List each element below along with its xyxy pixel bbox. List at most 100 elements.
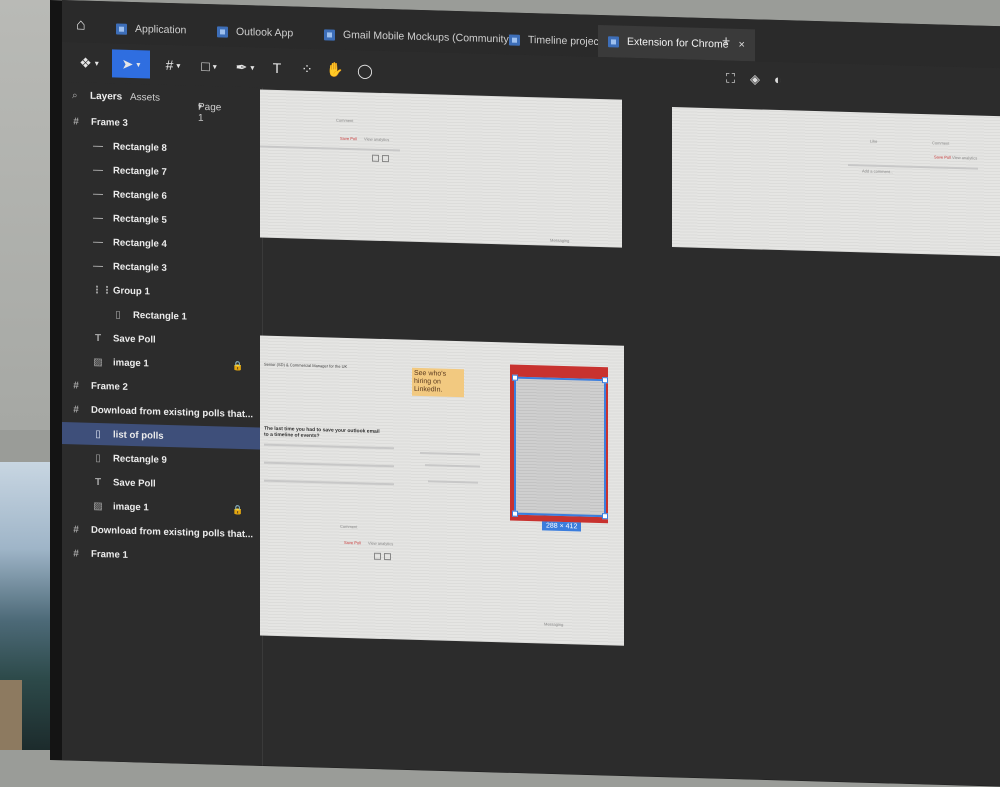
resize-handle[interactable] [512, 510, 518, 517]
figma-file-icon [608, 35, 619, 48]
frame-outline-icon[interactable]: ⛶ [726, 71, 735, 87]
search-icon[interactable]: ⌕ [72, 90, 78, 101]
image-icon: ▨ [93, 500, 103, 512]
resize-handle[interactable] [512, 374, 518, 381]
layer-download-from-existing-polls[interactable]: # Download from existing polls that... [62, 398, 270, 426]
tab-label: Timeline project [528, 34, 602, 49]
pen-tool-button[interactable]: ✒ ▾ [230, 53, 260, 82]
canvas-frame-main[interactable]: Senior (SD) & Commercial Manager for the… [260, 335, 624, 646]
mock-divider [260, 145, 400, 152]
layer-label: Rectangle 5 [113, 212, 167, 226]
layer-label: Rectangle 3 [113, 260, 167, 274]
frame-tool-button[interactable]: # ▾ [158, 51, 188, 80]
layers-panel: ⌕ Layers Assets Page 1 ▾ # Frame 3 — Recta… [62, 82, 292, 768]
pen-icon: ✒ [235, 58, 248, 75]
tab-gmail-mobile-mockups[interactable]: Gmail Mobile Mockups (Community) [324, 21, 512, 52]
ad-headline: See who's hiring on LinkedIn. [412, 367, 464, 398]
mock-divider [425, 464, 480, 468]
figma-file-icon [217, 25, 228, 38]
mock-divider [420, 451, 480, 456]
tab-application[interactable]: Application [116, 16, 186, 44]
comment-icon: ◯ [357, 61, 373, 79]
chevron-down-icon: ▾ [94, 58, 99, 68]
frame-icon: # [73, 523, 79, 535]
mock-messaging-label: Messaging [550, 237, 570, 244]
mock-divider [264, 479, 394, 486]
contrast-icon[interactable]: ◐ [774, 72, 782, 87]
frame-icon: # [165, 56, 174, 74]
resize-handle[interactable] [602, 377, 608, 384]
layer-label: Download from existing polls that... [91, 404, 254, 420]
list-of-polls-rectangle[interactable] [512, 374, 608, 520]
canvas-frame-top-left[interactable]: Comment Save Poll View analytics Messagi… [260, 89, 622, 248]
layer-label: image 1 [113, 500, 149, 513]
mock-messaging-label: Messaging [544, 621, 564, 628]
chevron-down-icon: ▾ [212, 61, 217, 71]
resize-handle[interactable] [602, 513, 608, 520]
figma-file-icon [509, 33, 520, 46]
lock-icon[interactable]: 🔒 [232, 360, 243, 371]
tab-layers[interactable]: Layers [90, 91, 122, 103]
rectangle-icon: ▯ [115, 308, 121, 321]
line-icon: — [93, 260, 103, 272]
selection-size-badge: 288 × 412 [542, 521, 582, 532]
figma-file-icon [324, 28, 335, 41]
cursor-icon: ➤ [121, 55, 134, 72]
tab-extension-for-chrome[interactable]: Extension for Chrome × [598, 24, 755, 62]
add-tab-button[interactable]: + [722, 32, 730, 48]
line-icon: — [93, 140, 103, 152]
figma-file-icon [116, 23, 127, 35]
mock-comment-label: Comment [336, 117, 354, 124]
frame-icon: # [73, 115, 79, 127]
tab-label: Application [135, 23, 187, 37]
image-icon: ▨ [93, 356, 103, 368]
text-tool-button[interactable]: T [266, 54, 288, 83]
comment-tool-button[interactable]: ◯ [354, 56, 376, 85]
close-icon[interactable]: × [739, 39, 745, 51]
chevron-down-icon: ▾ [176, 60, 181, 70]
tab-timeline-project[interactable]: Timeline project [509, 26, 602, 55]
main-menu-button[interactable]: ❖ ▾ [74, 48, 104, 77]
layer-frame-3[interactable]: # Frame 3 [62, 110, 270, 138]
layer-label: Rectangle 7 [113, 164, 167, 178]
layer-frame-1[interactable]: # Frame 1 [62, 542, 270, 570]
rectangle-icon: □ [201, 57, 210, 75]
home-icon[interactable]: ⌂ [76, 14, 98, 37]
mock-save-poll: Save Poll [934, 154, 951, 160]
layer-frame-2[interactable]: # Frame 2 [62, 374, 270, 402]
move-tool-button[interactable]: ➤ ▾ [112, 49, 150, 79]
shape-tool-button[interactable]: □ ▾ [194, 52, 224, 81]
layer-download-from-existing-polls-2[interactable]: # Download from existing polls that... [62, 518, 270, 546]
layer-label: Frame 3 [91, 116, 128, 129]
layer-label: Rectangle 8 [113, 140, 167, 154]
mock-divider [428, 480, 478, 484]
components-icon: ⁘ [301, 60, 313, 77]
layer-label: Rectangle 6 [113, 188, 167, 202]
layer-label: list of polls [113, 428, 164, 442]
figma-logo-icon: ❖ [79, 53, 92, 71]
hand-tool-button[interactable]: ✋ [324, 55, 346, 84]
line-icon: — [93, 212, 103, 224]
layer-label: image 1 [113, 356, 149, 369]
resources-tool-button[interactable]: ⁘ [296, 55, 318, 84]
chevron-down-icon: ▾ [198, 101, 203, 111]
layer-label: Group 1 [113, 284, 150, 297]
text-icon: T [94, 332, 102, 344]
figma-window: ⌂ Application Outlook App Gmail Mobile M… [62, 0, 1000, 787]
tab-outlook-app[interactable]: Outlook App [217, 18, 293, 46]
text-icon: T [94, 476, 102, 488]
tab-assets[interactable]: Assets [130, 92, 160, 104]
canvas-frame-top-right[interactable]: Like Comment Save Poll View analytics Ad… [672, 107, 1000, 257]
hand-icon: ✋ [326, 60, 344, 78]
mock-comment-input: Add a comment... [862, 168, 894, 175]
layer-label: Rectangle 4 [113, 236, 167, 250]
layer-label: Save Poll [113, 332, 156, 346]
rectangle-icon: ▯ [95, 452, 101, 464]
mock-emoji-icon [374, 552, 381, 560]
line-icon: — [93, 164, 103, 176]
frame-icon: # [73, 403, 79, 415]
lock-icon[interactable]: 🔒 [232, 504, 243, 515]
line-icon: — [93, 236, 103, 248]
group-icon: ⋮⋮ [92, 284, 112, 296]
component-icon[interactable]: ◈ [750, 71, 760, 87]
